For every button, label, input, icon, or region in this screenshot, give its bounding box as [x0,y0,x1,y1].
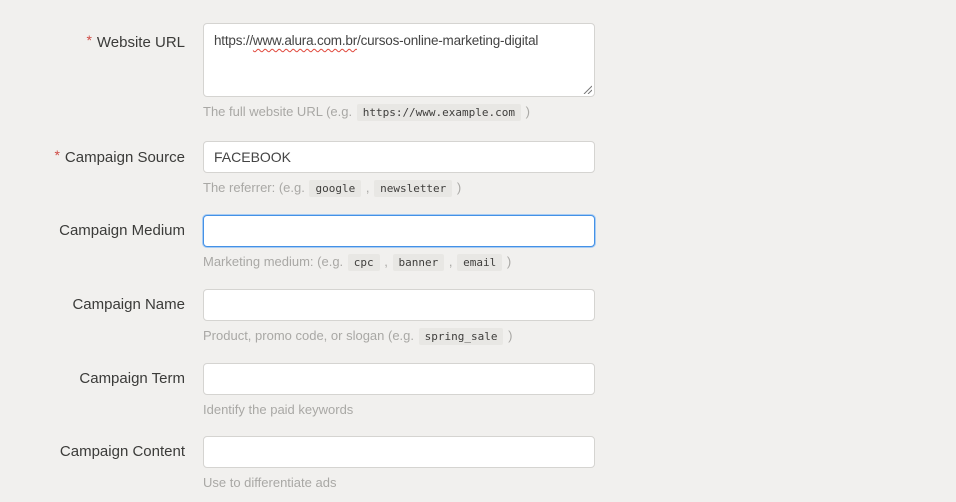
code-example: https://www.example.com [357,104,521,121]
campaign-name-label: Campaign Name [0,289,185,321]
url-scheme-text: https:// [214,33,253,48]
campaign-source-label-text: Campaign Source [65,149,185,166]
campaign-source-control: The referrer: (e.g. google , newsletter … [203,141,595,197]
campaign-source-input[interactable] [203,141,595,173]
field-row-campaign-source: * Campaign Source The referrer: (e.g. goo… [0,141,956,197]
field-row-campaign-name: Campaign Name Product, promo code, or sl… [0,289,956,345]
campaign-medium-input[interactable] [203,215,595,247]
campaign-content-control: Use to differentiate ads [203,436,595,491]
field-row-campaign-term: Campaign Term Identify the paid keywords [0,363,956,418]
utm-builder-form: * Website URL https://www.alura.com.br/cu… [0,0,956,491]
campaign-term-help: Identify the paid keywords [203,402,595,418]
help-text: The referrer: (e.g. [203,180,308,195]
code-example: banner [393,254,445,271]
campaign-term-label: Campaign Term [0,363,185,395]
help-text: , [445,254,456,269]
field-row-website-url: * Website URL https://www.alura.com.br/cu… [0,23,956,121]
resize-handle-icon[interactable] [583,85,592,94]
campaign-source-help: The referrer: (e.g. google , newsletter … [203,180,595,197]
field-row-campaign-content: Campaign Content Use to differentiate ad… [0,436,956,491]
website-url-control: https://www.alura.com.br/cursos-online-m… [203,23,595,121]
url-misspelled-text: www.alura.com.br [253,33,357,48]
help-text: The full website URL (e.g. [203,104,356,119]
campaign-medium-control: Marketing medium: (e.g. cpc , banner , e… [203,215,595,271]
campaign-content-label-text: Campaign Content [60,443,185,460]
campaign-medium-help: Marketing medium: (e.g. cpc , banner , e… [203,254,595,271]
campaign-content-input[interactable] [203,436,595,468]
campaign-medium-label: Campaign Medium [0,215,185,247]
required-asterisk: * [86,32,91,48]
website-url-help: The full website URL (e.g. https://www.e… [203,104,595,121]
campaign-source-label: * Campaign Source [0,141,185,174]
help-text: , [381,254,392,269]
help-text: , [362,180,373,195]
campaign-name-help: Product, promo code, or slogan (e.g. spr… [203,328,595,345]
website-url-label: * Website URL [0,23,185,52]
help-text: Use to differentiate ads [203,475,336,490]
campaign-name-control: Product, promo code, or slogan (e.g. spr… [203,289,595,345]
website-url-label-text: Website URL [97,34,185,51]
required-asterisk: * [54,147,59,163]
code-example: spring_sale [419,328,504,345]
help-text: ) [453,180,461,195]
campaign-name-input[interactable] [203,289,595,321]
code-example: google [309,180,361,197]
code-example: cpc [348,254,380,271]
campaign-medium-label-text: Campaign Medium [59,222,185,239]
help-text: ) [522,104,530,119]
campaign-content-label: Campaign Content [0,436,185,468]
code-example: email [457,254,502,271]
campaign-term-label-text: Campaign Term [79,370,185,387]
help-text: ) [504,328,512,343]
help-text: Identify the paid keywords [203,402,353,417]
field-row-campaign-medium: Campaign Medium Marketing medium: (e.g. … [0,215,956,271]
help-text: Product, promo code, or slogan (e.g. [203,328,418,343]
website-url-textarea[interactable]: https://www.alura.com.br/cursos-online-m… [203,23,595,97]
campaign-term-control: Identify the paid keywords [203,363,595,418]
campaign-term-input[interactable] [203,363,595,395]
help-text: ) [503,254,511,269]
url-path-text: /cursos-online-marketing-digital [357,33,538,48]
campaign-name-label-text: Campaign Name [72,296,185,313]
help-text: Marketing medium: (e.g. [203,254,347,269]
code-example: newsletter [374,180,452,197]
campaign-content-help: Use to differentiate ads [203,475,595,491]
